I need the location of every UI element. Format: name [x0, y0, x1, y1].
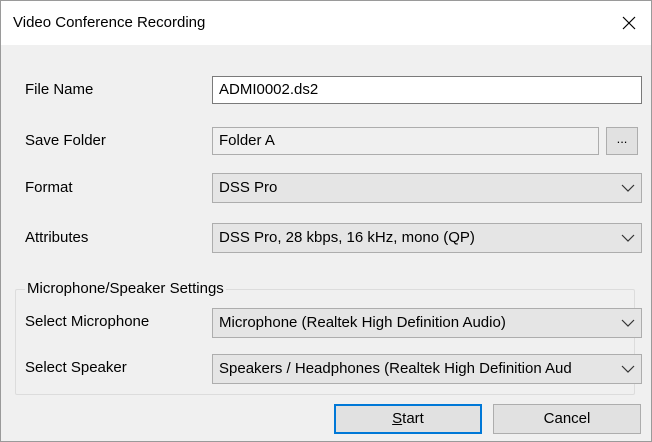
window-title: Video Conference Recording	[13, 14, 206, 31]
select-microphone-label: Select Microphone	[25, 313, 150, 330]
format-dropdown[interactable]: DSS Pro	[212, 173, 642, 203]
close-button[interactable]	[607, 1, 651, 45]
chevron-down-icon	[621, 234, 635, 242]
dialog-body: File Name ADMI0002.ds2 Save Folder Folde…	[1, 45, 651, 441]
chevron-down-icon	[621, 365, 635, 373]
microphone-dropdown[interactable]: Microphone (Realtek High Definition Audi…	[212, 308, 642, 338]
save-folder-field: Folder A	[212, 127, 599, 155]
speaker-value: Speakers / Headphones (Realtek High Defi…	[219, 360, 572, 377]
group-title: Microphone/Speaker Settings	[25, 280, 226, 297]
start-button[interactable]: Start	[334, 404, 482, 434]
start-label-rest: tart	[402, 410, 424, 427]
microphone-value: Microphone (Realtek High Definition Audi…	[219, 314, 506, 331]
format-label: Format	[25, 179, 73, 196]
speaker-dropdown[interactable]: Speakers / Headphones (Realtek High Defi…	[212, 354, 642, 384]
select-speaker-label: Select Speaker	[25, 359, 127, 376]
start-mnemonic: S	[392, 410, 403, 427]
cancel-button[interactable]: Cancel	[493, 404, 641, 434]
chevron-down-icon	[621, 319, 635, 327]
dialog-window: Video Conference Recording File Name ADM…	[0, 0, 652, 442]
attributes-value: DSS Pro, 28 kbps, 16 kHz, mono (QP)	[219, 229, 475, 246]
attributes-label: Attributes	[25, 229, 89, 246]
file-name-label: File Name	[25, 81, 94, 98]
browse-folder-button[interactable]: ...	[606, 127, 638, 155]
close-icon	[622, 16, 636, 30]
attributes-dropdown[interactable]: DSS Pro, 28 kbps, 16 kHz, mono (QP)	[212, 223, 642, 253]
save-folder-label: Save Folder	[25, 132, 106, 149]
format-value: DSS Pro	[219, 179, 278, 196]
chevron-down-icon	[621, 184, 635, 192]
file-name-input[interactable]: ADMI0002.ds2	[212, 76, 642, 104]
title-bar: Video Conference Recording	[1, 1, 651, 45]
